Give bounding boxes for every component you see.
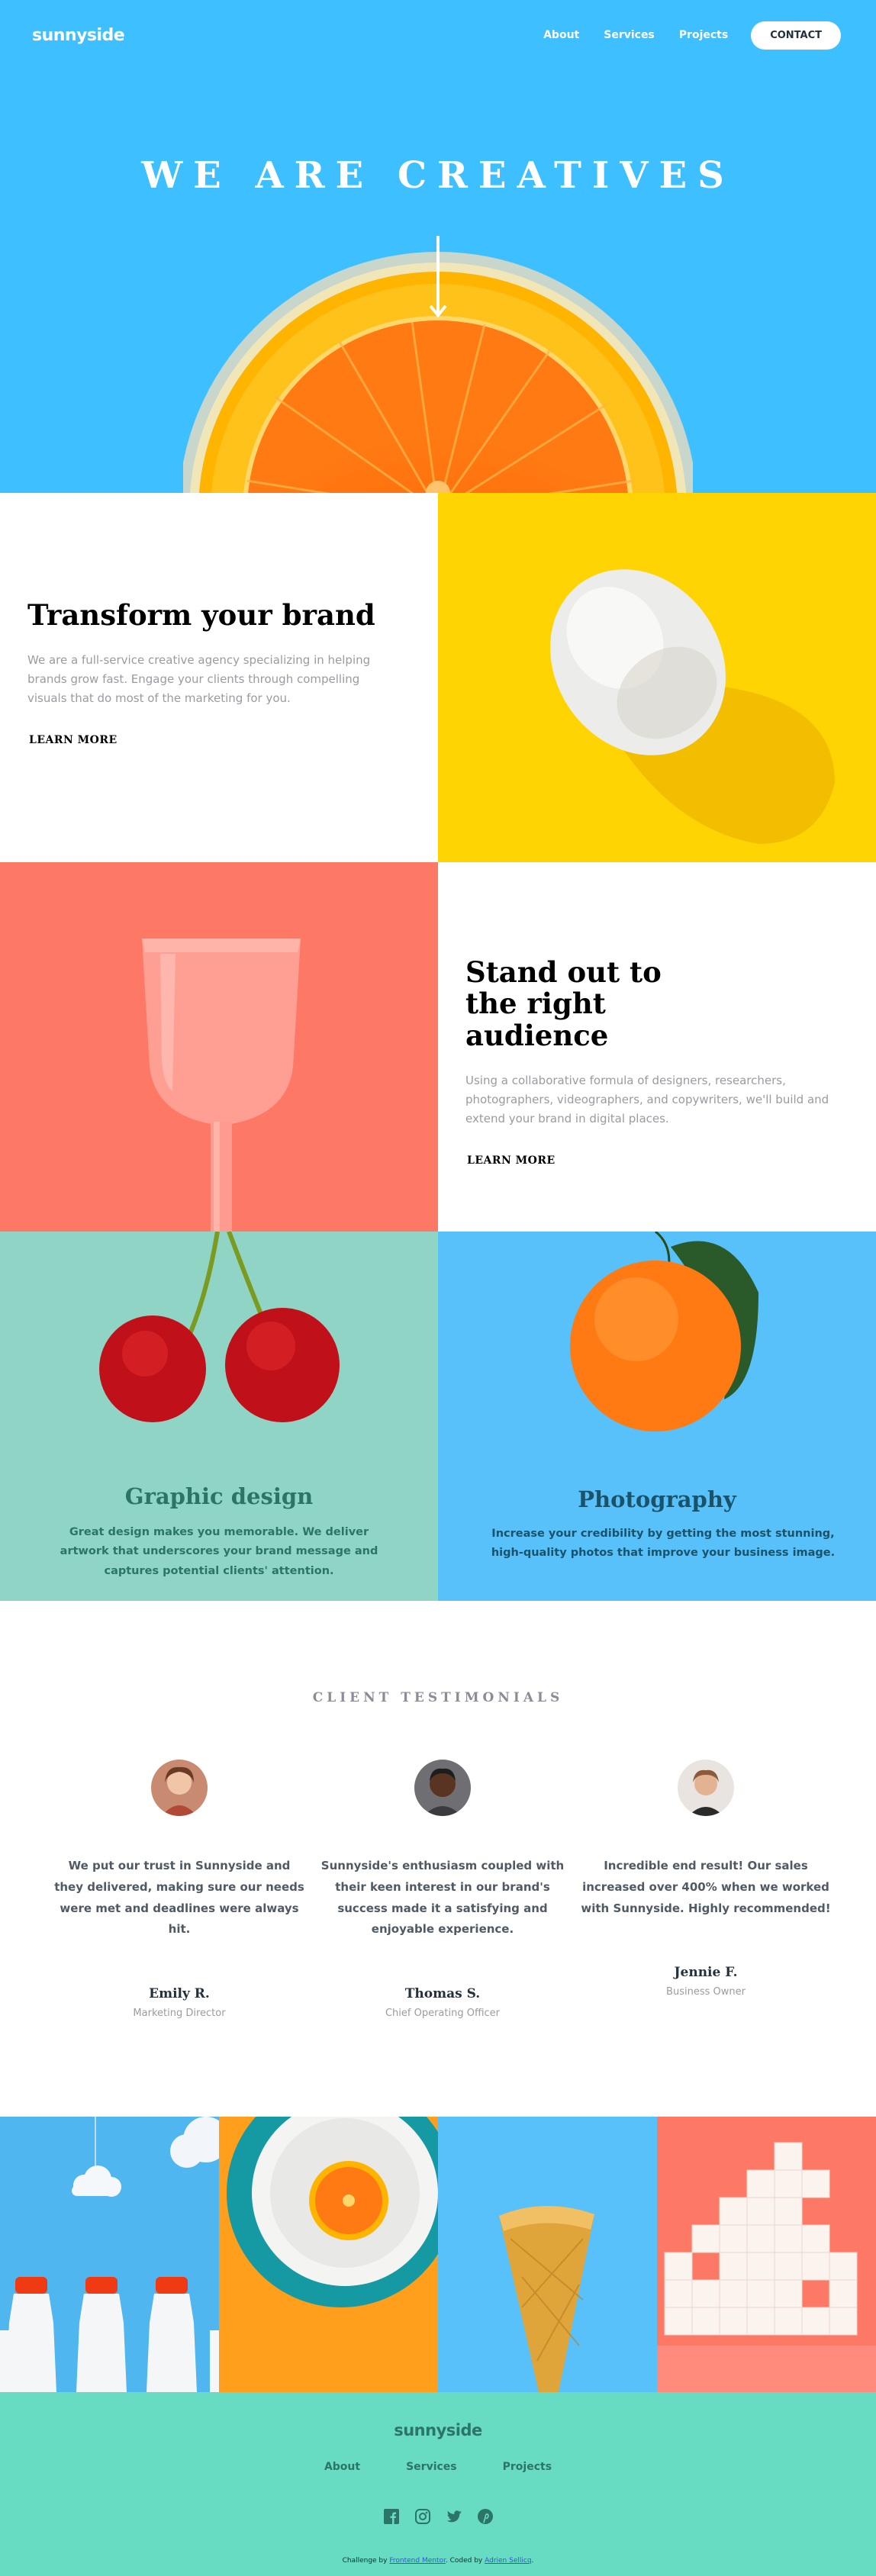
instagram-icon[interactable] [414,2508,431,2525]
service-title: Photography [578,1486,736,1512]
testimonial-quote: Sunnyside's enthusiasm coupled with thei… [320,1859,565,1937]
attribution-end: . [531,2557,534,2565]
footer: sunnyside About Services Projects Challe… [0,2392,876,2576]
testimonial-card: We put our trust in Sunnyside and they d… [53,1760,305,2019]
service-text: Increase your credibility by getting the… [491,1528,836,1560]
egg-illustration [550,569,835,844]
feature-row-1: Transform your brand We are a full-servi… [0,493,876,862]
feature-text-standout: Stand out to the right audience Using a … [438,862,876,1232]
sugar-cubes-illustration [657,2142,876,2392]
nav-link-about[interactable]: About [543,29,579,41]
avatar [678,1760,734,1816]
avatar [151,1760,208,1816]
contact-button[interactable]: CONTACT [751,21,841,50]
feature-row-2: Stand out to the right audience Using a … [0,862,876,1232]
attribution-mid: . Coded by [445,2557,483,2565]
testimonial-card: Sunnyside's enthusiasm coupled with thei… [317,1760,568,2019]
top-nav: sunnyside About Services Projects CONTAC… [32,20,841,50]
hero-title: WE ARE CREATIVES [141,154,735,197]
nav-links: About Services Projects CONTACT [519,21,841,50]
feature-text-transform: Transform your brand We are a full-servi… [0,493,438,862]
frontend-mentor-link[interactable]: Frontend Mentor [389,2557,446,2565]
twitter-icon[interactable] [446,2508,462,2525]
gallery [0,2117,876,2392]
testimonial-name: Thomas S. [404,1986,481,2001]
testimonial-quote: Incredible end result! Our sales increas… [581,1859,831,1915]
footer-links: About Services Projects [0,2461,876,2473]
arrow-down-icon[interactable] [430,236,446,320]
feature-title: Stand out to the right audience [465,955,662,1052]
testimonial-role: Business Owner [666,1986,746,1998]
feature-text: Using a collaborative formula of designe… [465,1074,829,1125]
gallery-orange-plate [219,2117,438,2392]
gallery-ice-cream-cone [438,2117,657,2392]
service-title: Graphic design [124,1483,314,1509]
glass-image [0,862,438,1232]
testimonials-heading: CLIENT TESTIMONIALS [312,1690,564,1705]
social-links [0,2508,876,2525]
orange-plate-illustration [227,2117,438,2307]
learn-more-link[interactable]: LEARN MORE [464,1154,559,1167]
feature-title: Transform your brand [27,598,375,632]
cherries-illustration [99,1232,340,1422]
orange-illustration [570,1232,758,1431]
nav-link-projects[interactable]: Projects [679,29,728,41]
gallery-milk-bottles [0,2117,219,2392]
footer-link-services[interactable]: Services [406,2461,457,2473]
footer-logo[interactable]: sunnyside [0,2421,876,2439]
learn-more-label: LEARN MORE [467,1154,556,1167]
facebook-icon[interactable] [383,2508,400,2525]
egg-image [438,493,876,862]
hero-section: sunnyside About Services Projects CONTAC… [0,0,876,493]
testimonial-quote: We put our trust in Sunnyside and they d… [54,1859,304,1937]
service-photography: Photography Increase your credibility by… [438,1232,876,1601]
logo[interactable]: sunnyside [32,26,125,45]
testimonial-role: Chief Operating Officer [385,2008,501,2019]
service-text: Great design makes you memorable. We del… [60,1526,378,1577]
milk-bottles-illustration [0,2117,219,2392]
testimonial-name: Emily R. [149,1986,210,2001]
nav-link-services[interactable]: Services [604,29,655,41]
learn-more-link[interactable]: LEARN MORE [26,733,121,746]
footer-link-projects[interactable]: Projects [503,2461,552,2473]
avatar [414,1760,471,1816]
testimonial-role: Marketing Director [133,2008,226,2019]
author-link[interactable]: Adrien Sellicq [485,2557,531,2565]
pinterest-icon[interactable] [477,2508,494,2525]
testimonial-card: Incredible end result! Our sales increas… [580,1760,832,1998]
attribution-prefix: Challenge by [342,2557,388,2565]
services-row: Graphic design Great design makes you me… [0,1232,876,1601]
glass-illustration [142,939,301,1232]
testimonials-section: CLIENT TESTIMONIALS We put our trust in … [0,1601,876,2117]
testimonial-name: Jennie F. [674,1965,738,1981]
attribution: Challenge by Frontend Mentor. Coded by A… [0,2557,876,2565]
gallery-sugar-cubes [657,2117,876,2392]
cone-illustration [499,2205,594,2392]
footer-link-about[interactable]: About [324,2461,360,2473]
service-graphic-design: Graphic design Great design makes you me… [0,1232,438,1601]
learn-more-label: LEARN MORE [29,733,118,746]
feature-text: We are a full-service creative agency sp… [27,653,371,705]
